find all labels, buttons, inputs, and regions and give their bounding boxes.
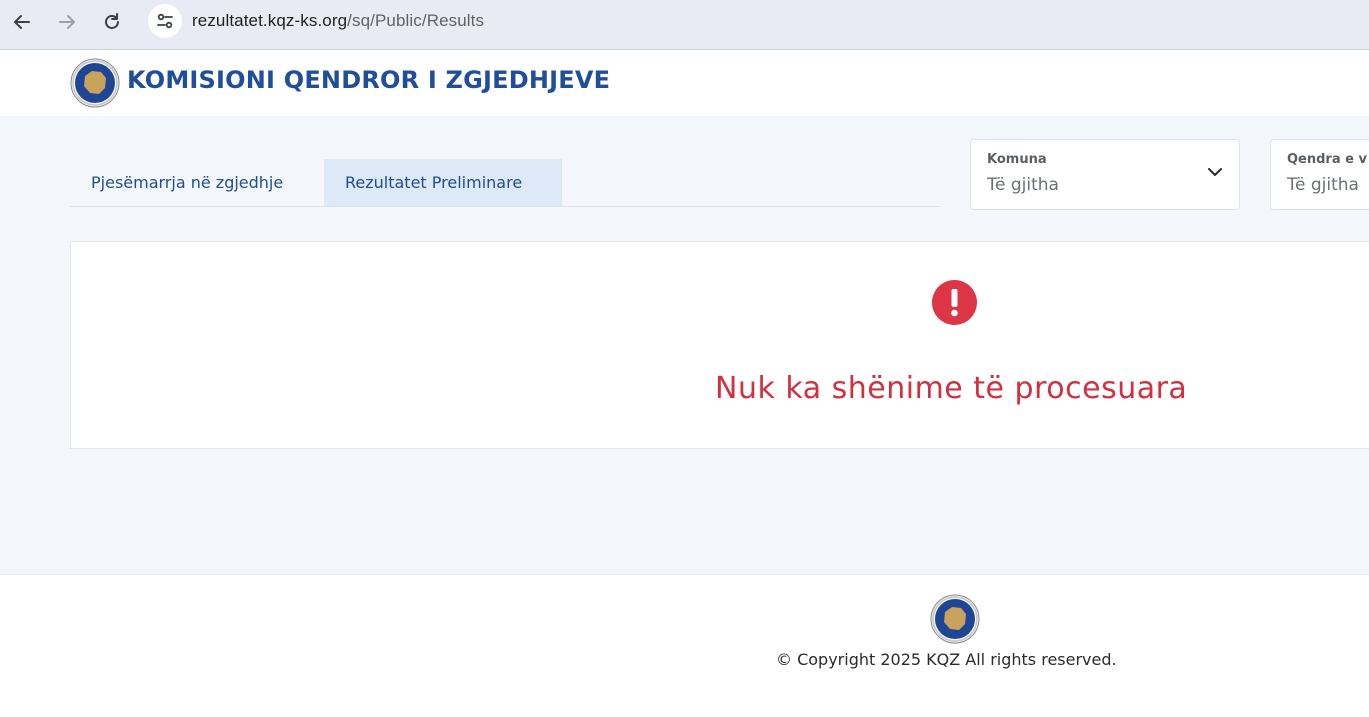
back-button[interactable] <box>6 6 38 38</box>
empty-results-message: Nuk ka shënime të procesuara <box>715 371 1188 406</box>
municipality-value: Të gjitha <box>987 175 1059 195</box>
tab-participation[interactable]: Pjesëmarrja në zgjedhje <box>70 159 324 206</box>
forward-button[interactable] <box>51 6 83 38</box>
arrow-right-icon <box>59 15 75 29</box>
tab-preliminary-results[interactable]: Rezultatet Preliminare <box>324 159 562 206</box>
tune-icon <box>157 13 173 29</box>
browser-toolbar: rezultatet.kqz-ks.org/sq/Public/Results <box>0 0 1369 50</box>
arrow-left-icon <box>14 15 30 29</box>
site-title[interactable]: KOMISIONI QENDROR I ZGJEDHJEVE <box>127 66 610 94</box>
municipality-select[interactable]: Komuna Të gjitha <box>970 139 1240 210</box>
chevron-down-icon <box>1208 168 1222 176</box>
exclamation-circle-icon <box>932 280 977 325</box>
reload-button[interactable] <box>96 6 128 38</box>
kqz-emblem-icon <box>930 594 980 644</box>
results-panel <box>70 241 1369 449</box>
kqz-emblem-icon[interactable] <box>70 58 120 108</box>
site-footer <box>0 574 1369 717</box>
polling-center-value: Të gjitha <box>1287 175 1359 195</box>
address-bar[interactable]: rezultatet.kqz-ks.org/sq/Public/Results <box>192 11 484 31</box>
url-path: /sq/Public/Results <box>347 11 485 30</box>
municipality-label: Komuna <box>987 152 1047 167</box>
site-info-button[interactable] <box>148 4 182 38</box>
url-host: rezultatet.kqz-ks.org <box>192 11 348 30</box>
copyright-text: © Copyright 2025 KQZ All rights reserved… <box>776 650 1117 669</box>
polling-center-select[interactable]: Qendra e v Të gjitha <box>1270 139 1369 210</box>
results-tabs: Pjesëmarrja në zgjedhje Rezultatet Preli… <box>70 159 940 207</box>
polling-center-label: Qendra e v <box>1287 152 1367 167</box>
reload-icon <box>105 13 119 29</box>
